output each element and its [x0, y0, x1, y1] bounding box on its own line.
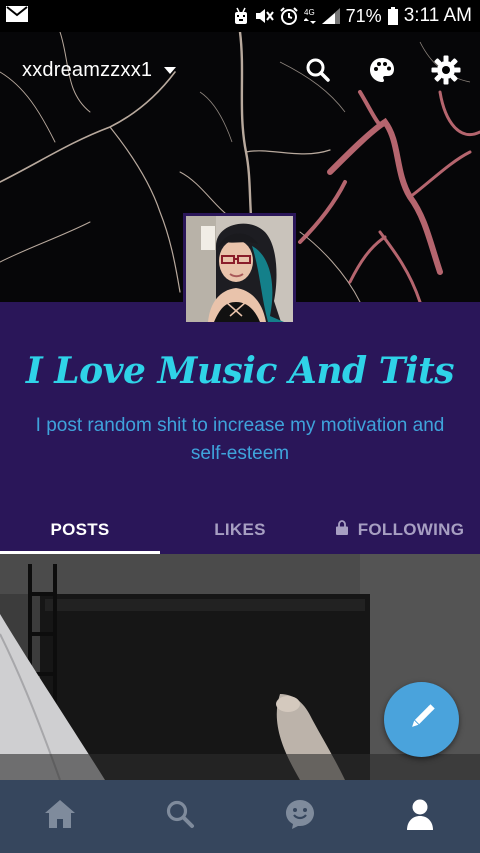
clock: 3:11 AM [403, 5, 472, 26]
data-icon: 4G [303, 7, 316, 25]
pencil-icon [407, 702, 437, 737]
blog-switcher[interactable]: xxdreamzzxx1 [22, 58, 177, 82]
tab-posts[interactable]: POSTS [0, 506, 160, 554]
compose-button[interactable] [384, 682, 459, 757]
mute-icon [254, 7, 274, 25]
tab-following-label: FOLLOWING [357, 520, 465, 539]
tab-bar: POSTS LIKES FOLLOWING [0, 506, 480, 554]
top-bar: xxdreamzzxx1 [0, 32, 480, 108]
tab-following[interactable]: FOLLOWING [320, 506, 480, 554]
battery-percent: 71% [345, 5, 382, 26]
signal-icon [321, 8, 340, 24]
mail-icon [6, 5, 28, 27]
blog-name: xxdreamzzxx1 [22, 58, 153, 81]
account-icon [406, 798, 434, 835]
palette-icon[interactable] [364, 52, 400, 88]
nav-search[interactable] [120, 780, 240, 853]
blog-title: I Love Music And Tits [25, 350, 455, 392]
tab-likes[interactable]: LIKES [160, 506, 320, 554]
tab-likes-label: LIKES [214, 520, 266, 539]
lock-icon [335, 520, 348, 540]
bottom-nav [0, 780, 480, 853]
blog-description: I post random shit to increase my motiva… [35, 415, 445, 464]
status-bar: 4G 71% 3:11 AM [0, 0, 480, 32]
battery-icon [387, 7, 398, 25]
search-icon [165, 799, 195, 834]
profile-section: I Love Music And Tits I post random shit… [0, 302, 480, 554]
smiley-icon [284, 798, 316, 835]
chevron-down-icon [164, 66, 177, 74]
nav-account[interactable] [360, 780, 480, 853]
nav-activity[interactable] [240, 780, 360, 853]
search-icon[interactable] [300, 52, 336, 88]
svg-text:4G: 4G [304, 8, 315, 17]
tab-posts-label: POSTS [50, 520, 110, 539]
nav-home[interactable] [0, 780, 120, 853]
gear-icon[interactable] [428, 52, 464, 88]
home-icon [44, 799, 76, 834]
avatar[interactable] [183, 213, 296, 325]
android-debug-icon [234, 7, 248, 25]
alarm-icon [279, 7, 298, 25]
